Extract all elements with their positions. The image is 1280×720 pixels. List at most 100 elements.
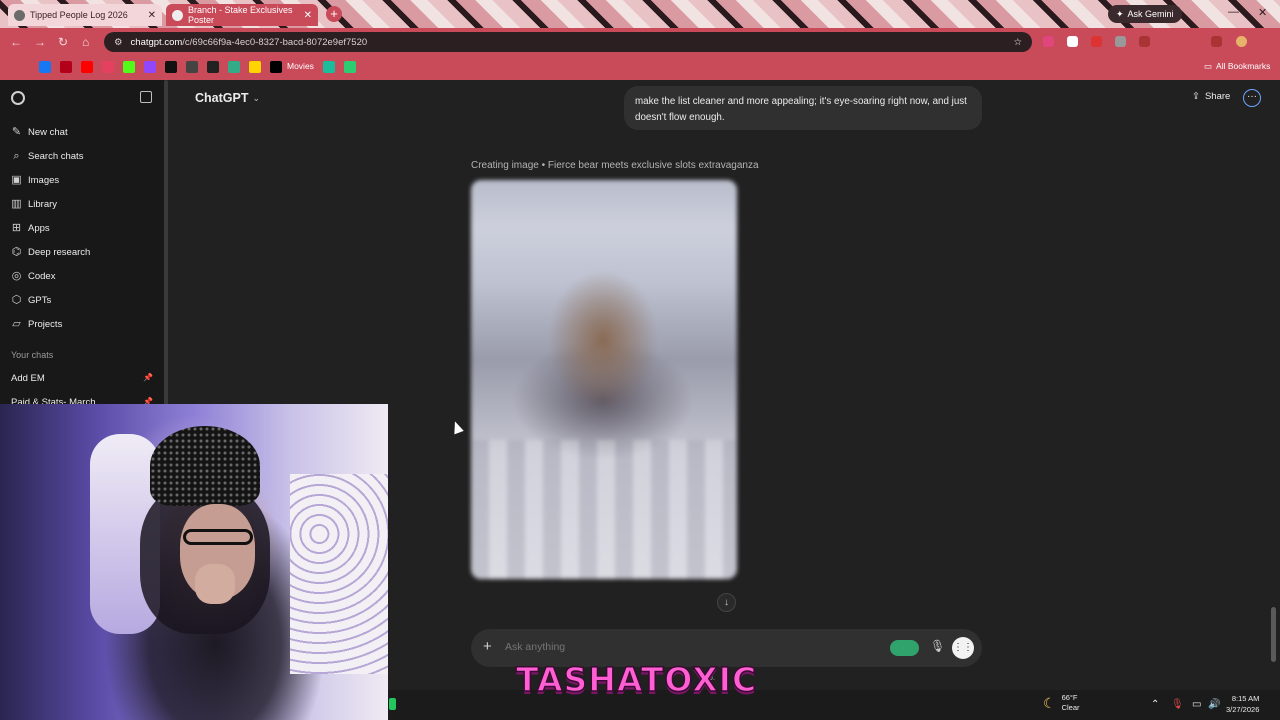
sidebar-item-label: Apps: [28, 223, 50, 234]
share-button[interactable]: ⇪ Share: [1192, 91, 1230, 102]
streamer-beanie: [150, 426, 260, 506]
screen: Tipped People Log 2026 ✕ Branch - Stake …: [0, 0, 1280, 720]
temperature: 66°F: [1061, 693, 1078, 702]
apps-icon: ⊞: [11, 222, 22, 234]
new-tab-button[interactable]: +: [326, 6, 342, 22]
extension-icon[interactable]: [1115, 36, 1126, 47]
bookmark-icon[interactable]: [344, 61, 356, 73]
volume-icon[interactable]: 🔊: [1208, 699, 1220, 710]
movies-bookmark-label[interactable]: Movies: [287, 61, 314, 71]
streamer-name-overlay: TASHATOXIC: [515, 659, 758, 700]
openai-logo-icon[interactable]: [11, 91, 25, 105]
sidebar-item-projects[interactable]: ▱ Projects: [11, 319, 63, 331]
main-scrollbar[interactable]: [1271, 607, 1276, 662]
taskbar-app-icon[interactable]: [389, 698, 396, 710]
sidebar-item-label: New chat: [28, 127, 68, 138]
sidebar-scrollbar[interactable]: [164, 80, 168, 420]
close-tab-icon[interactable]: ✕: [148, 10, 156, 21]
grammarly-icon[interactable]: [890, 640, 919, 656]
extension-icon[interactable]: [1067, 36, 1078, 47]
library-icon: ▥: [11, 198, 22, 210]
sidebar-item-new-chat[interactable]: ✎ New chat: [11, 127, 68, 139]
network-icon[interactable]: ▭: [1192, 699, 1201, 710]
back-icon[interactable]: ←: [10, 35, 22, 49]
close-window-icon[interactable]: ✕: [1258, 6, 1267, 19]
sidebar-item-label: Deep research: [28, 247, 91, 258]
site-info-icon[interactable]: ⚙: [114, 37, 123, 48]
microphone-tray-icon[interactable]: 🎙: [1171, 699, 1184, 710]
sidebar-item-label: Codex: [28, 271, 56, 282]
reload-icon[interactable]: ↻: [58, 35, 68, 49]
extension-icon[interactable]: [1043, 36, 1054, 47]
url-host: chatgpt.com: [130, 36, 183, 48]
close-tab-icon[interactable]: ✕: [304, 10, 312, 21]
tab-favicon-icon: [14, 9, 25, 21]
prompt-input[interactable]: [505, 641, 885, 653]
streamer-glasses: [183, 529, 253, 545]
your-chats-heading: Your chats: [11, 350, 54, 360]
browser-tab[interactable]: Tipped People Log 2026 ✕: [8, 4, 162, 26]
bookmark-star-icon[interactable]: ☆: [1013, 37, 1022, 48]
model-name: ChatGPT: [195, 91, 249, 105]
chat-title: Add EM: [11, 373, 45, 384]
extension-icon[interactable]: [1139, 36, 1150, 47]
bookmark-icon[interactable]: [207, 61, 219, 73]
sidebar-item-search-chats[interactable]: ⌕ Search chats: [11, 150, 84, 163]
forward-icon[interactable]: →: [34, 35, 46, 49]
bookmark-icon[interactable]: [228, 61, 240, 73]
bookmark-icon[interactable]: [60, 61, 72, 73]
streamer-hand: [195, 564, 235, 604]
profile-avatar-icon[interactable]: [1236, 36, 1247, 47]
address-bar[interactable]: ⚙ chatgpt.com/c/69c66f9a-4ec0-8327-bacd-…: [104, 32, 1032, 52]
sidebar-item-deep-research[interactable]: ⌬ Deep research: [11, 247, 91, 259]
tab-favicon-icon: [172, 9, 183, 21]
sidebar-item-apps[interactable]: ⊞ Apps: [11, 222, 50, 235]
sidebar-toggle-icon[interactable]: [140, 91, 152, 103]
sidebar-item-gpts[interactable]: ⬡ GPTs: [11, 295, 52, 307]
kick-bookmark-icon[interactable]: [123, 61, 135, 73]
home-icon[interactable]: ⌂: [82, 35, 89, 49]
voice-mode-button[interactable]: ⋮⋮: [952, 637, 974, 659]
chevron-up-icon[interactable]: ⌃: [1151, 699, 1159, 710]
bookmark-icon[interactable]: [323, 61, 335, 73]
background-pillow: [290, 474, 388, 674]
system-clock[interactable]: 8:15 AM 3/27/2026: [1226, 693, 1259, 715]
sidebar-item-library[interactable]: ▥ Library: [11, 198, 58, 211]
sidebar-item-label: Search chats: [28, 151, 84, 162]
webcam-overlay: [0, 404, 388, 720]
facebook-bookmark-icon[interactable]: [39, 61, 51, 73]
ask-gemini-button[interactable]: ✦ Ask Gemini: [1108, 5, 1182, 23]
scroll-to-bottom-button[interactable]: ↓: [717, 593, 736, 612]
moon-icon: ☾: [1043, 694, 1056, 711]
all-bookmarks-label: All Bookmarks: [1216, 61, 1271, 71]
download-icon[interactable]: [1211, 36, 1222, 47]
bookmark-icon[interactable]: [186, 61, 198, 73]
all-bookmarks-button[interactable]: ▭ All Bookmarks: [1204, 61, 1270, 72]
movies-bookmark-icon[interactable]: [270, 61, 282, 73]
weather-widget[interactable]: ☾ 66°F Clear: [1043, 693, 1080, 713]
user-message: make the list cleaner and more appealing…: [624, 86, 982, 130]
add-attachment-icon[interactable]: +: [483, 638, 492, 655]
browser-tab-active[interactable]: Branch - Stake Exclusives Poster ✕: [166, 4, 318, 26]
url-path: /c/69c66f9a-4ec0-8327-bacd-8072e9ef7520: [182, 36, 368, 48]
search-icon: ⌕: [13, 150, 20, 162]
sidebar-item-label: Library: [28, 199, 58, 210]
sidebar-item-codex[interactable]: ◎ Codex: [11, 271, 56, 283]
generated-image-preview[interactable]: [471, 180, 737, 579]
microphone-icon[interactable]: 🎙: [930, 639, 945, 653]
twitch-bookmark-icon[interactable]: [144, 61, 156, 73]
model-selector[interactable]: ChatGPT ⌄: [195, 91, 260, 105]
more-options-icon[interactable]: ···: [1243, 89, 1261, 107]
sparkle-icon: ✦: [1116, 8, 1124, 19]
sidebar-item-label: Projects: [28, 319, 63, 330]
minimize-icon[interactable]: —: [1228, 6, 1239, 18]
x-bookmark-icon[interactable]: [165, 61, 177, 73]
bookmark-icon[interactable]: [249, 61, 261, 73]
share-label: Share: [1204, 91, 1231, 102]
extension-icon[interactable]: [1091, 36, 1102, 47]
instagram-bookmark-icon[interactable]: [102, 61, 114, 73]
folder-icon: ▭: [1204, 61, 1213, 71]
sidebar-item-images[interactable]: ▣ Images: [11, 175, 59, 187]
chat-history-item[interactable]: Add EM 📌: [11, 373, 153, 384]
youtube-bookmark-icon[interactable]: [81, 61, 93, 73]
